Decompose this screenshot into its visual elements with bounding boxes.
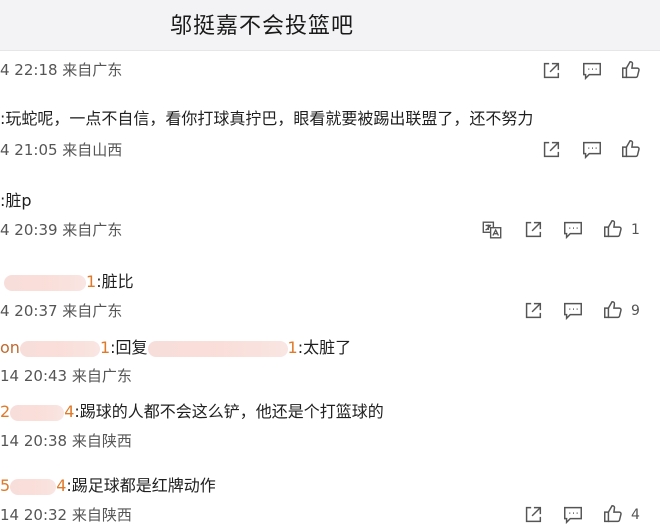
comment-text: :脏比 (96, 272, 134, 291)
username-head[interactable]: on (0, 338, 20, 357)
comment-text: :踢球的人都不会这么铲，他还是个打篮球的 (74, 402, 384, 421)
comment-text-line: on 1:回复 1:太脏了 (0, 337, 351, 359)
blurred-username (19, 340, 100, 357)
share-icon[interactable] (540, 139, 562, 161)
username-tail[interactable]: 1 (86, 272, 96, 291)
comment-text-line: 2 4:踢球的人都不会这么铲，他还是个打篮球的 (0, 401, 384, 423)
comment-meta: 14 20:32 来自陕西 (0, 506, 132, 524)
thumbs-up-icon[interactable] (602, 503, 624, 525)
like-count: 4 (631, 507, 640, 523)
thumbs-up-icon[interactable] (620, 59, 642, 81)
username-tail[interactable]: 1 (100, 338, 110, 357)
username-tail[interactable]: 4 (56, 476, 66, 495)
share-icon[interactable] (540, 60, 562, 82)
like-count: 9 (631, 303, 640, 319)
comment-text: :太脏了 (297, 338, 352, 357)
comment-text: :踢足球都是红牌动作 (66, 476, 216, 495)
comment-meta: 14 20:43 来自广东 (0, 367, 132, 385)
comment-text: :玩蛇呢，一点不自信，看你打球真拧巴，眼看就要被踢出联盟了，还不努力 (0, 109, 534, 128)
blurred-username (10, 404, 65, 421)
comment-icon[interactable] (562, 300, 584, 322)
share-icon[interactable] (522, 300, 544, 322)
username-head[interactable]: 5 (0, 476, 10, 495)
blurred-username (4, 274, 86, 291)
comment-icon[interactable] (581, 139, 603, 161)
share-icon[interactable] (522, 504, 544, 526)
post-header: 邬挺嘉不会投篮吧 (0, 0, 660, 51)
username-tail[interactable]: 4 (64, 402, 74, 421)
reply-username-tail[interactable]: 1 (288, 338, 298, 357)
like-count: 1 (631, 222, 640, 238)
comment-icon[interactable] (562, 504, 584, 526)
username-head[interactable]: 2 (0, 402, 10, 421)
comment-meta: 4 21:05 来自山西 (0, 141, 123, 159)
comment-text-line: 1:脏比 (0, 271, 134, 293)
comment-meta: 4 20:39 来自广东 (0, 221, 123, 239)
thumbs-up-icon[interactable] (602, 299, 624, 321)
comment-icon[interactable] (581, 60, 603, 82)
reply-label: :回复 (110, 338, 148, 357)
comment-meta: 4 20:37 来自广东 (0, 302, 123, 320)
blurred-reply-username (147, 340, 288, 357)
post-title: 邬挺嘉不会投篮吧 (170, 14, 355, 39)
translate-icon[interactable] (481, 219, 503, 241)
comment-text-line: 5 4:踢足球都是红牌动作 (0, 475, 216, 497)
blurred-username (10, 478, 57, 495)
comment-meta: 14 20:38 来自陕西 (0, 432, 132, 450)
share-icon[interactable] (522, 219, 544, 241)
thumbs-up-icon[interactable] (620, 138, 642, 160)
thumbs-up-icon[interactable] (602, 218, 624, 240)
comment-meta: 4 22:18 来自广东 (0, 61, 123, 79)
comment-icon[interactable] (562, 219, 584, 241)
comment-text: :脏p (0, 191, 32, 210)
